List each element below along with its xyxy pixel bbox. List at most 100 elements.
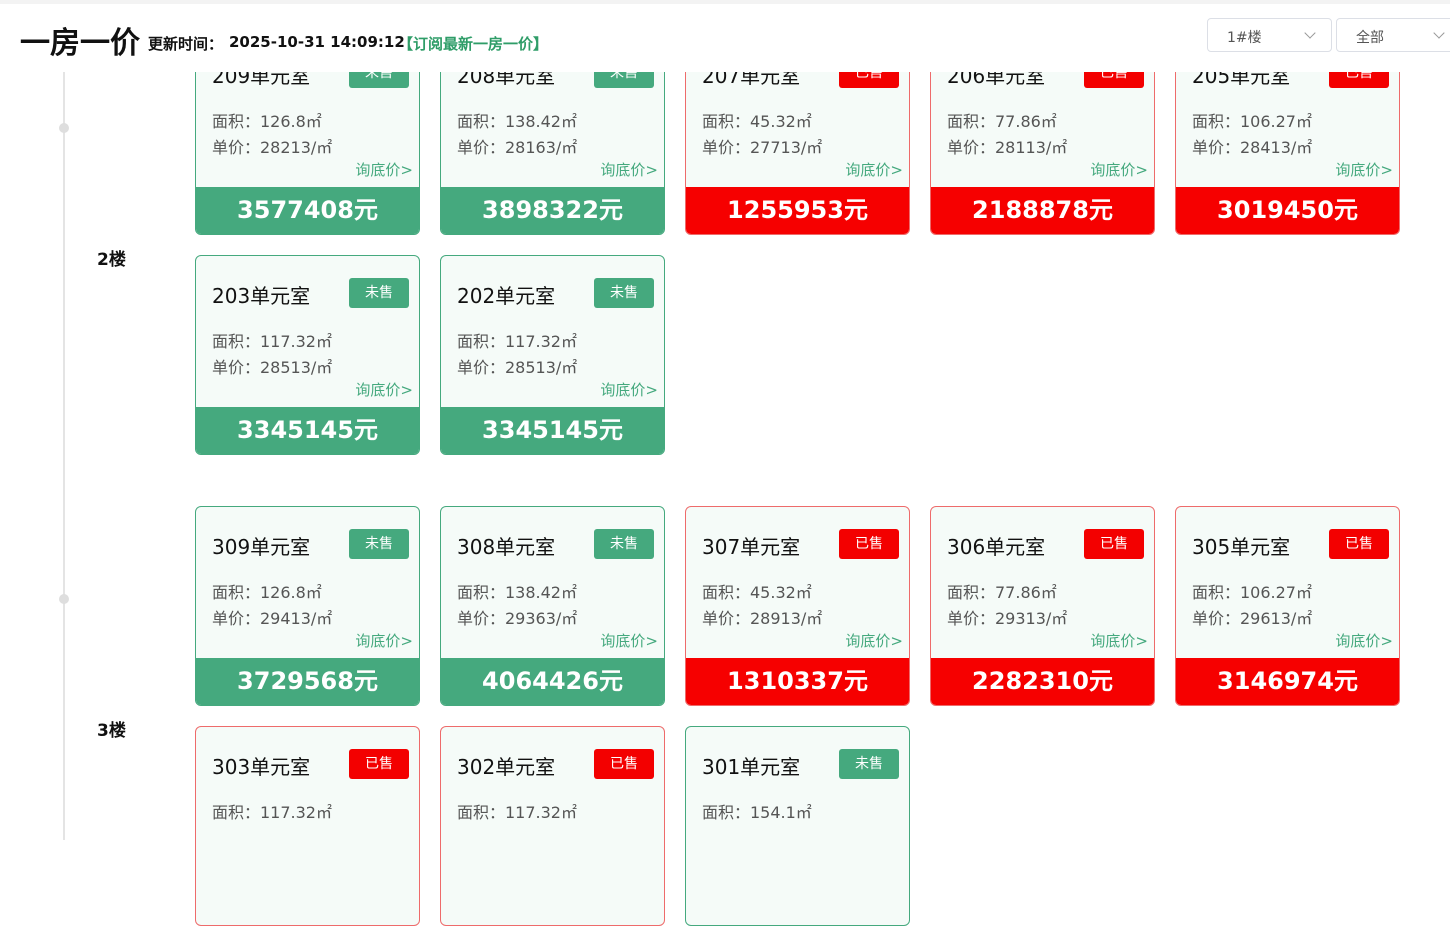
ask-floor-price-link[interactable]: 询底价>: [1090, 630, 1148, 651]
unit-area: 面积：45.32㎡: [702, 583, 812, 602]
unit-price-per-sqm: 单价：29613/㎡: [1192, 609, 1313, 628]
ask-floor-price-link[interactable]: 询底价>: [1335, 630, 1393, 651]
unit-card[interactable]: 203单元室 未售面积：117.32㎡ 单价：28513/㎡询底价> 3345145元: [195, 255, 420, 455]
unit-total-price: 3898322元: [441, 187, 664, 234]
unit-card[interactable]: 302单元室 已售面积：117.32㎡: [440, 726, 665, 926]
unit-area: 面积：45.32㎡: [702, 112, 812, 131]
chevron-down-icon: [1433, 27, 1445, 39]
ask-floor-price-link[interactable]: 询底价>: [845, 630, 903, 651]
unit-card[interactable]: 305单元室 已售面积：106.27㎡ 单价：29613/㎡询底价> 3146974元: [1175, 506, 1400, 706]
unit-card[interactable]: 308单元室 未售面积：138.42㎡ 单价：29363/㎡询底价> 4064426元: [440, 506, 665, 706]
chevron-down-icon: [1304, 27, 1316, 39]
unit-total-price: 1255953元: [686, 187, 909, 234]
unit-total-price: 3577408元: [196, 187, 419, 234]
units-scroll-area[interactable]: 2楼 3楼 209单元室 未售 面积：126.8㎡ 单价：28213/㎡ 询底价> 357…: [0, 0, 1450, 926]
status-select[interactable]: 全部: [1336, 18, 1450, 52]
unit-area: 面积：138.42㎡: [457, 112, 577, 131]
floor-label-3: 3楼: [97, 721, 126, 741]
unit-area: 面积：117.32㎡: [457, 332, 577, 351]
unit-room-name: 308单元室: [457, 535, 556, 559]
floor-2-units: 209单元室 未售 面积：126.8㎡ 单价：28213/㎡ 询底价> 3577408元 2…: [195, 35, 1400, 455]
unit-price-per-sqm: 单价：28113/㎡: [947, 138, 1068, 157]
ask-floor-price-link[interactable]: 询底价>: [355, 159, 413, 180]
timeline-line: [63, 60, 65, 840]
status-select-value: 全部: [1356, 30, 1384, 46]
floor-3-units: 309单元室 未售 面积：126.8㎡ 单价：29413/㎡ 询底价> 3729568元 3…: [195, 506, 1400, 926]
unit-total-price: 4064426元: [441, 658, 664, 705]
unit-card[interactable]: 309单元室 未售面积：126.8㎡ 单价：29413/㎡询底价> 3729568元: [195, 506, 420, 706]
unit-price-per-sqm: 单价：29363/㎡: [457, 609, 578, 628]
ask-floor-price-link[interactable]: 询底价>: [1335, 159, 1393, 180]
unit-price-per-sqm: 单价：27713/㎡: [702, 138, 823, 157]
unit-status-badge: 已售: [839, 529, 899, 559]
unit-price-per-sqm: 单价：28213/㎡: [212, 138, 333, 157]
unit-room-name: 202单元室: [457, 284, 556, 308]
unit-area: 面积：77.86㎡: [947, 583, 1057, 602]
unit-total-price: 3345145元: [196, 407, 419, 454]
unit-status-badge: 已售: [1329, 529, 1389, 559]
unit-total-price: 2282310元: [931, 658, 1154, 705]
floor-label-2: 2楼: [97, 250, 126, 270]
unit-card[interactable]: 202单元室 未售面积：117.32㎡ 单价：28513/㎡询底价> 3345145元: [440, 255, 665, 455]
unit-room-name: 203单元室: [212, 284, 311, 308]
unit-price-per-sqm: 单价：28913/㎡: [702, 609, 823, 628]
unit-status-badge: 未售: [349, 278, 409, 308]
ask-floor-price-link[interactable]: 询底价>: [600, 630, 658, 651]
unit-area: 面积：117.32㎡: [457, 803, 577, 822]
unit-card[interactable]: 306单元室 已售面积：77.86㎡ 单价：29313/㎡询底价> 2282310元: [930, 506, 1155, 706]
unit-total-price: 2188878元: [931, 187, 1154, 234]
update-time-value: 2025-10-31 14:09:12: [229, 33, 405, 51]
unit-price-per-sqm: 单价：28513/㎡: [457, 358, 578, 377]
unit-status-badge: 已售: [1084, 529, 1144, 559]
unit-price-per-sqm: 单价：28163/㎡: [457, 138, 578, 157]
unit-area: 面积：126.8㎡: [212, 583, 322, 602]
unit-price-per-sqm: 单价：29413/㎡: [212, 609, 333, 628]
page-header: 一房一价 更新时间： 2025-10-31 14:09:12 【订阅最新一房一价…: [0, 4, 1450, 72]
timeline-dot-floor-2: [59, 123, 69, 133]
unit-price-per-sqm: 单价：28413/㎡: [1192, 138, 1313, 157]
unit-card[interactable]: 303单元室 已售面积：117.32㎡: [195, 726, 420, 926]
timeline-dot-floor-3: [59, 594, 69, 604]
unit-price-per-sqm: 单价：29313/㎡: [947, 609, 1068, 628]
unit-status-badge: 未售: [349, 529, 409, 559]
unit-status-badge: 已售: [349, 749, 409, 779]
unit-total-price: 3729568元: [196, 658, 419, 705]
unit-status-badge: 未售: [839, 749, 899, 779]
unit-area: 面积：138.42㎡: [457, 583, 577, 602]
ask-floor-price-link[interactable]: 询底价>: [600, 379, 658, 400]
unit-area: 面积：117.32㎡: [212, 332, 332, 351]
unit-status-badge: 未售: [594, 529, 654, 559]
unit-room-name: 307单元室: [702, 535, 801, 559]
unit-room-name: 309单元室: [212, 535, 311, 559]
ask-floor-price-link[interactable]: 询底价>: [355, 379, 413, 400]
ask-floor-price-link[interactable]: 询底价>: [1090, 159, 1148, 180]
unit-total-price: 1310337元: [686, 658, 909, 705]
building-select-value: 1#楼: [1227, 30, 1262, 46]
subscribe-link[interactable]: 【订阅最新一房一价】: [398, 33, 548, 54]
unit-status-badge: 已售: [594, 749, 654, 779]
unit-room-name: 302单元室: [457, 755, 556, 779]
unit-area: 面积：106.27㎡: [1192, 112, 1312, 131]
ask-floor-price-link[interactable]: 询底价>: [600, 159, 658, 180]
unit-area: 面积：117.32㎡: [212, 803, 332, 822]
update-time-label: 更新时间：: [148, 35, 224, 53]
unit-room-name: 301单元室: [702, 755, 801, 779]
unit-total-price: 3146974元: [1176, 658, 1399, 705]
unit-room-name: 303单元室: [212, 755, 311, 779]
unit-card[interactable]: 301单元室 未售面积：154.1㎡: [685, 726, 910, 926]
unit-card[interactable]: 307单元室 已售面积：45.32㎡ 单价：28913/㎡询底价> 1310337元: [685, 506, 910, 706]
unit-status-badge: 未售: [594, 278, 654, 308]
building-select[interactable]: 1#楼: [1207, 18, 1332, 52]
unit-room-name: 305单元室: [1192, 535, 1291, 559]
unit-area: 面积：154.1㎡: [702, 803, 812, 822]
page-title: 一房一价: [20, 26, 140, 61]
unit-price-per-sqm: 单价：28513/㎡: [212, 358, 333, 377]
unit-area: 面积：126.8㎡: [212, 112, 322, 131]
unit-room-name: 306单元室: [947, 535, 1046, 559]
unit-area: 面积：77.86㎡: [947, 112, 1057, 131]
ask-floor-price-link[interactable]: 询底价>: [355, 630, 413, 651]
unit-area: 面积：106.27㎡: [1192, 583, 1312, 602]
unit-total-price: 3345145元: [441, 407, 664, 454]
ask-floor-price-link[interactable]: 询底价>: [845, 159, 903, 180]
unit-total-price: 3019450元: [1176, 187, 1399, 234]
